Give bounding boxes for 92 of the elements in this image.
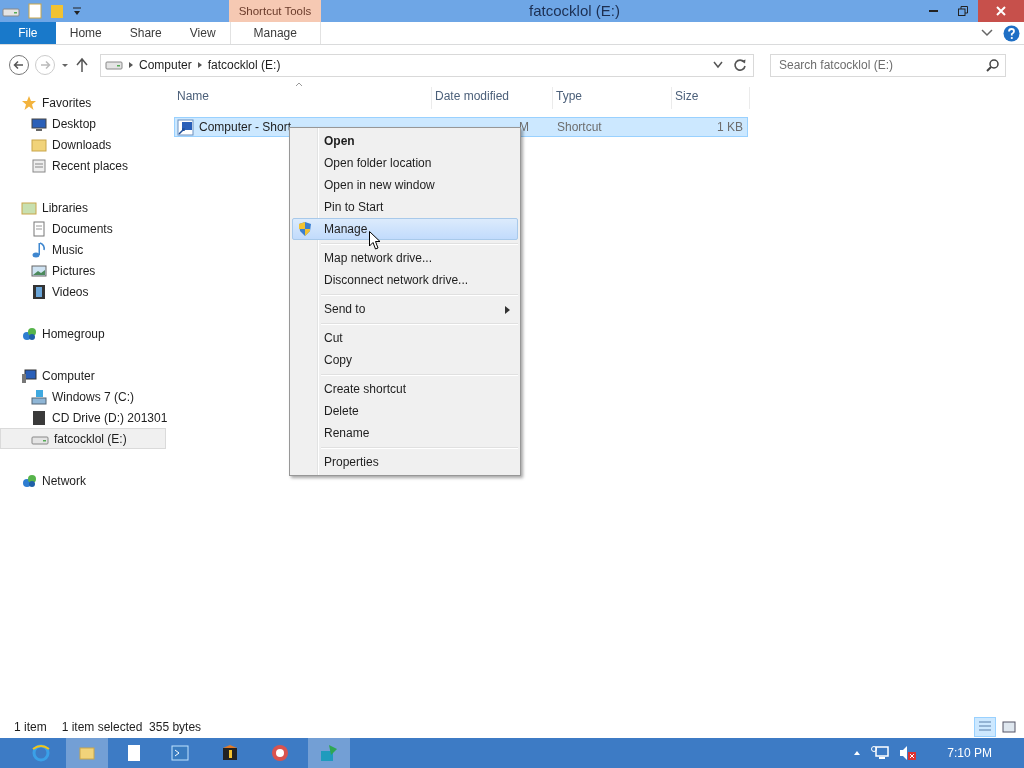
status-text: 1 item — [14, 720, 47, 734]
muted-speaker-icon[interactable] — [899, 745, 918, 761]
column-header[interactable]: Name — [174, 87, 432, 109]
clock[interactable]: 7:10 PM — [947, 746, 992, 760]
sidebar-item[interactable]: fatcocklol (E:) — [0, 428, 166, 449]
sidebar-item[interactable]: Recent places — [0, 155, 166, 176]
close-button[interactable] — [978, 0, 1024, 22]
sidebar-group[interactable]: Network — [0, 470, 166, 491]
system-drive-icon — [31, 388, 47, 405]
column-header[interactable]: Date modified — [432, 87, 553, 109]
menu-item[interactable]: Map network drive... — [292, 247, 518, 269]
column-header[interactable]: Type — [553, 87, 672, 109]
details-view-icon — [978, 720, 992, 734]
help-icon[interactable] — [1003, 24, 1020, 42]
chevron-right-icon — [127, 61, 135, 69]
terminal-icon — [171, 744, 189, 762]
sidebar-group[interactable]: Libraries — [0, 197, 166, 218]
film-icon — [31, 283, 47, 300]
menu-item[interactable]: Disconnect network drive... — [292, 269, 518, 291]
homegroup-icon — [21, 325, 37, 342]
shortcut-icon — [177, 118, 194, 136]
lifebuoy-icon — [271, 744, 289, 762]
column-header[interactable]: Size — [672, 87, 750, 109]
menu-item[interactable]: Delete — [292, 400, 518, 422]
menu-item[interactable]: Manage — [292, 218, 518, 240]
folder-icon — [79, 745, 95, 761]
search-icon — [986, 58, 999, 72]
drive-icon — [2, 5, 20, 17]
network-icon — [21, 472, 37, 489]
up-button[interactable] — [74, 57, 90, 73]
thumbnail-view-icon — [1002, 721, 1016, 733]
browser-icon — [31, 743, 51, 763]
context-tab-group-label: Shortcut Tools — [229, 0, 321, 22]
libraries-icon — [21, 199, 37, 216]
sidebar-item[interactable]: Videos — [0, 281, 166, 302]
sidebar-item[interactable]: Documents — [0, 218, 166, 239]
network-status-icon[interactable] — [871, 745, 890, 761]
table-cell-text: Shortcut — [556, 120, 603, 134]
computer-icon — [21, 367, 37, 384]
file-tab[interactable]: File — [0, 22, 56, 44]
menu-item[interactable]: Create shortcut — [292, 378, 518, 400]
menu-item[interactable]: Pin to Start — [292, 196, 518, 218]
star-icon — [21, 94, 37, 111]
address-bar[interactable]: Computer fatcocklol (E:) — [100, 53, 754, 77]
menu-item[interactable]: Rename — [292, 422, 518, 444]
sidebar-item[interactable]: Pictures — [0, 260, 166, 281]
customize-dropdown-icon[interactable] — [72, 6, 82, 16]
refresh-icon[interactable] — [733, 58, 747, 72]
table-cell-text: 1 KB — [716, 120, 744, 134]
shield-icon — [297, 221, 313, 237]
image-icon — [31, 262, 47, 279]
up-arrow-icon — [74, 57, 90, 73]
breadcrumb[interactable]: Computer — [135, 58, 196, 72]
menu-item[interactable]: Properties — [292, 451, 518, 473]
recent-places-icon — [31, 157, 47, 174]
sidebar-item[interactable]: Music — [0, 239, 166, 260]
desktop-icon — [31, 115, 47, 132]
minimize-icon — [928, 10, 938, 12]
downloads-folder-icon — [31, 136, 47, 153]
music-note-icon — [31, 241, 47, 258]
expand-ribbon-icon[interactable] — [981, 29, 993, 37]
document-icon — [31, 220, 47, 237]
back-button[interactable] — [8, 54, 30, 76]
submenu-arrow-icon — [505, 306, 510, 314]
blank-page-icon — [127, 744, 141, 762]
menu-item[interactable]: Send to — [292, 298, 518, 320]
window-title: fatcocklol (E:) — [528, 1, 621, 21]
search-field[interactable]: Search fatcocklol (E:) — [770, 53, 1006, 77]
grid-app-icon — [319, 743, 339, 763]
mouse-cursor-icon — [369, 231, 381, 250]
sidebar-group[interactable]: Computer — [0, 365, 166, 386]
sidebar-group[interactable]: Homegroup — [0, 323, 166, 344]
menu-item[interactable]: Copy — [292, 349, 518, 371]
box-icon — [221, 744, 239, 762]
close-icon — [996, 6, 1006, 16]
status-text: 1 item selected 355 bytes — [61, 720, 202, 734]
show-hidden-icons-icon[interactable] — [853, 750, 862, 756]
menu-item[interactable]: Open folder location — [292, 152, 518, 174]
dropdown-icon[interactable] — [713, 61, 723, 69]
menu-item[interactable]: Open in new window — [292, 174, 518, 196]
sidebar-group[interactable]: Favorites — [0, 92, 166, 113]
sidebar-item[interactable]: Windows 7 (C:) — [0, 386, 166, 407]
cd-drive-icon — [31, 409, 47, 426]
sidebar-item[interactable]: Desktop — [0, 113, 166, 134]
menu-item[interactable]: Cut — [292, 327, 518, 349]
sidebar-item[interactable]: Downloads — [0, 134, 166, 155]
menu-item[interactable]: Open — [292, 130, 518, 152]
restore-icon — [958, 6, 968, 16]
properties-icon[interactable] — [28, 3, 42, 19]
sidebar-item[interactable]: CD Drive (D:) 201301 — [0, 407, 166, 428]
chevron-right-icon — [195, 61, 204, 69]
breadcrumb[interactable]: fatcocklol (E:) — [203, 58, 285, 72]
